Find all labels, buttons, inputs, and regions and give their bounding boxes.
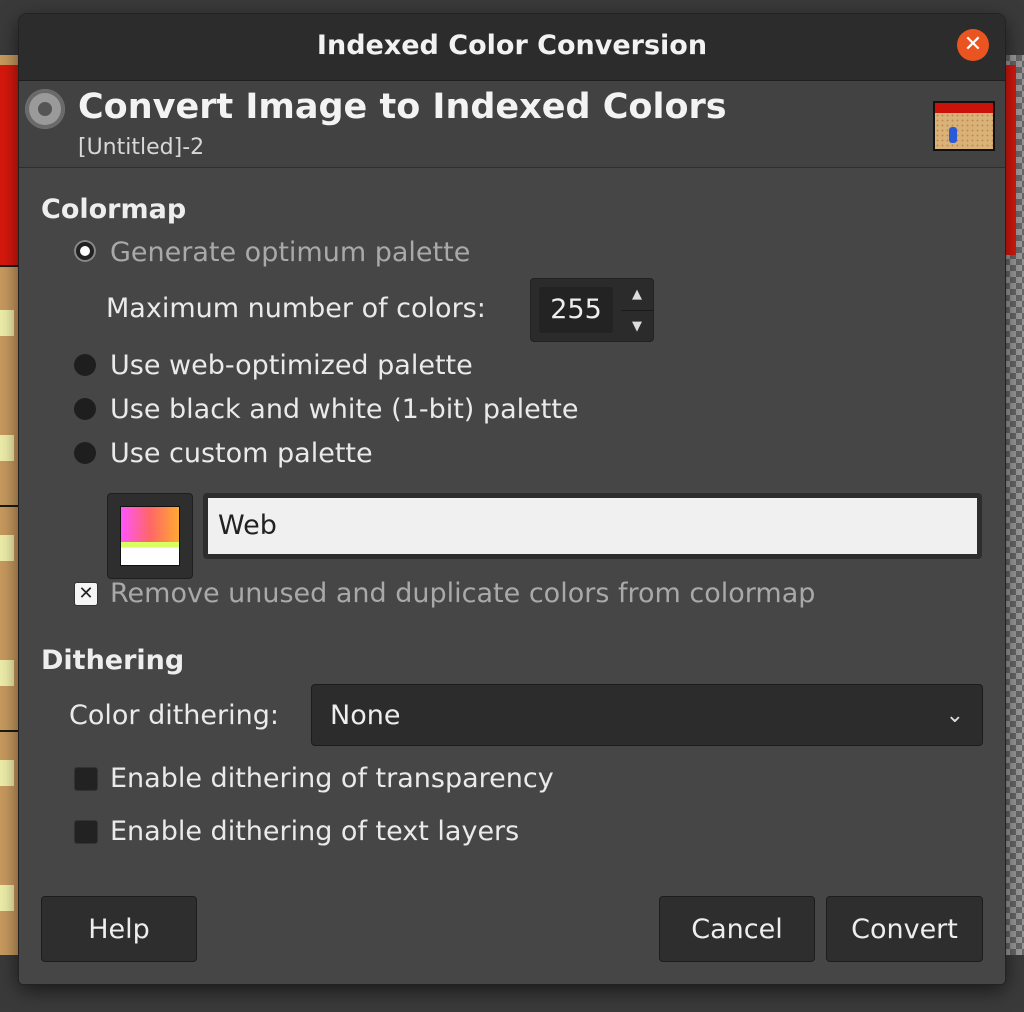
window-title: Indexed Color Conversion (316, 30, 708, 61)
title-bar: Indexed Color Conversion ✕ (19, 14, 1005, 81)
radio-black-white-label[interactable]: Use black and white (1-bit) palette (110, 394, 579, 425)
dither-text-layers-label[interactable]: Enable dithering of text layers (110, 816, 519, 847)
header-subtitle: [Untitled]-2 (78, 135, 205, 160)
color-dithering-select[interactable]: None ⌄ (311, 684, 983, 746)
radio-black-white[interactable] (74, 398, 96, 420)
close-icon: ✕ (963, 32, 983, 57)
custom-palette-field[interactable]: Web (203, 493, 982, 559)
gimp-convert-icon (25, 89, 65, 129)
colormap-heading: Colormap (41, 194, 187, 225)
radio-web-optimized-label[interactable]: Use web-optimized palette (110, 350, 473, 381)
color-dithering-value: None (330, 700, 401, 731)
increment-icon[interactable]: ▲ (621, 279, 653, 311)
background-canvas-right (1004, 55, 1024, 955)
dialog-header: Convert Image to Indexed Colors [Untitle… (19, 81, 1005, 168)
cancel-button[interactable]: Cancel (659, 896, 815, 962)
convert-button[interactable]: Convert (826, 896, 983, 962)
max-colors-label: Maximum number of colors: (106, 293, 486, 324)
background-canvas-left (0, 55, 20, 955)
radio-generate-optimum[interactable] (74, 240, 96, 262)
radio-web-optimized[interactable] (74, 354, 96, 376)
max-colors-value[interactable]: 255 (539, 287, 613, 333)
radio-custom-palette[interactable] (74, 442, 96, 464)
dither-transparency-label[interactable]: Enable dithering of transparency (110, 763, 554, 794)
header-title: Convert Image to Indexed Colors (78, 87, 727, 127)
chevron-down-icon: ⌄ (945, 703, 964, 728)
close-button[interactable]: ✕ (957, 29, 989, 61)
remove-unused-label[interactable]: Remove unused and duplicate colors from … (110, 578, 815, 609)
palette-select-button[interactable] (107, 493, 193, 579)
dither-transparency-checkbox[interactable] (74, 767, 98, 791)
dither-text-layers-checkbox[interactable] (74, 820, 98, 844)
indexed-color-dialog: Indexed Color Conversion ✕ Convert Image… (19, 14, 1005, 984)
color-dithering-label: Color dithering: (69, 700, 279, 731)
dithering-heading: Dithering (41, 645, 185, 676)
help-button[interactable]: Help (41, 896, 197, 962)
image-thumbnail (933, 101, 995, 151)
remove-unused-checkbox[interactable]: ✕ (74, 582, 98, 606)
radio-custom-palette-label[interactable]: Use custom palette (110, 438, 373, 469)
palette-swatch-icon (120, 506, 180, 566)
radio-generate-optimum-label[interactable]: Generate optimum palette (110, 237, 470, 268)
max-colors-spinner[interactable]: 255 ▲ ▼ (530, 278, 654, 342)
decrement-icon[interactable]: ▼ (621, 311, 653, 342)
